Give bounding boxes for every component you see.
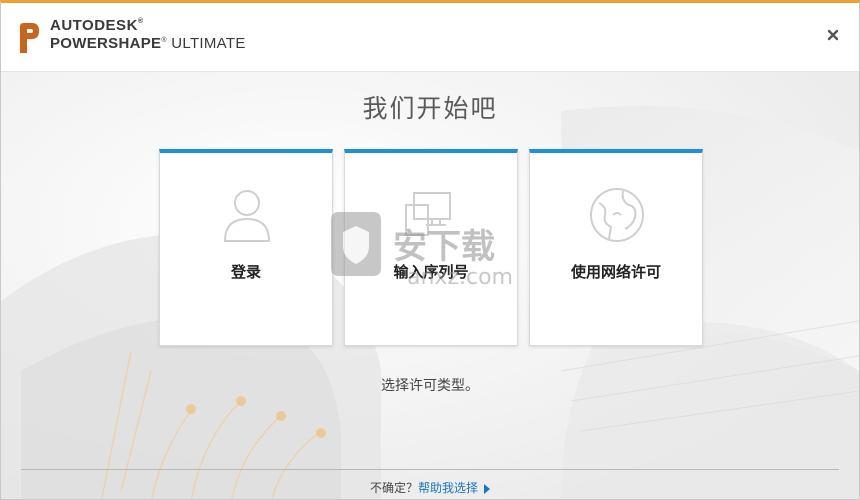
signin-card[interactable]: 登录 [159, 149, 333, 346]
network-license-label: 使用网络许可 [570, 263, 661, 281]
brand-company: AUTODESK® [50, 17, 144, 34]
header: AUTODESK® POWERSHAPE® ULTIMATE [1, 3, 859, 72]
autodesk-logo-icon [20, 23, 39, 53]
license-dialog: AUTODESK® POWERSHAPE® ULTIMATE 我们开始吧 登录 … [0, 0, 860, 500]
watermark: 安下载 anxz.com [331, 212, 513, 290]
brand-product: POWERSHAPE® ULTIMATE [50, 35, 246, 52]
page-title: 我们开始吧 [362, 94, 498, 123]
user-icon [223, 190, 271, 242]
footer-divider [21, 469, 839, 470]
globe-icon [590, 188, 644, 242]
watermark-text: 安下载 [393, 227, 495, 267]
close-icon[interactable] [825, 27, 841, 43]
signin-label: 登录 [230, 263, 261, 281]
arrow-right-icon[interactable] [484, 483, 491, 494]
watermark-domain: anxz.com [407, 265, 513, 290]
footer: 不确定？帮助我选择 [1, 479, 859, 496]
network-license-card[interactable]: 使用网络许可 [529, 149, 703, 346]
license-type-hint: 选择许可类型。 [381, 378, 479, 394]
footer-prefix: 不确定？ [369, 481, 418, 495]
help-me-choose-link[interactable]: 帮助我选择 [418, 481, 478, 495]
shield-icon [331, 212, 381, 276]
